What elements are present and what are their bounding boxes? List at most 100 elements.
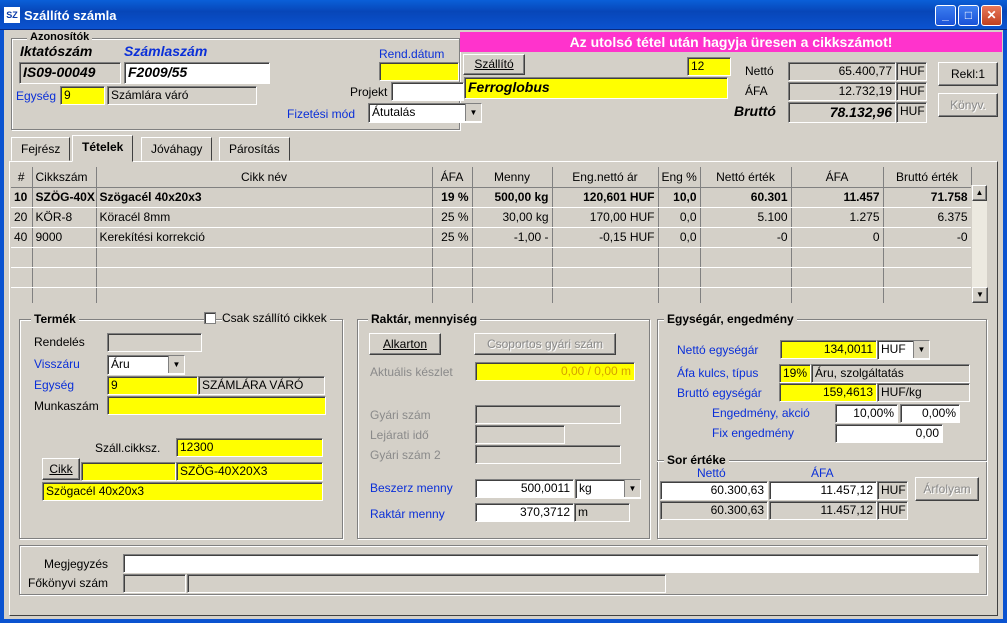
table-cell[interactable]: Szögacél 40x20x3: [96, 186, 433, 208]
table-cell[interactable]: [552, 266, 659, 288]
table-cell[interactable]: 1.275: [791, 206, 884, 228]
table-cell[interactable]: [32, 266, 97, 288]
szall-cikksz-field[interactable]: 12300: [176, 438, 323, 457]
table-cell[interactable]: 25 %: [432, 226, 473, 248]
table-cell[interactable]: 40: [11, 226, 33, 248]
engedmeny-field[interactable]: 10,00%: [835, 404, 898, 423]
table-cell[interactable]: [658, 266, 701, 288]
close-button[interactable]: ✕: [981, 5, 1002, 26]
table-cell[interactable]: [472, 266, 553, 288]
cikk-field[interactable]: [81, 462, 176, 481]
egyseg2-field[interactable]: 9: [107, 376, 198, 395]
table-cell[interactable]: Kerekítési korrekció: [96, 226, 433, 248]
rekl-button[interactable]: Rekl:1: [938, 62, 998, 86]
grid-scrollbar[interactable]: ▲ ▼: [971, 185, 988, 303]
table-cell[interactable]: [791, 286, 884, 303]
brutto-egysegar-field[interactable]: 159,4613: [779, 383, 877, 402]
table-cell[interactable]: -0,15 HUF: [552, 226, 659, 248]
table-cell[interactable]: [432, 246, 473, 268]
title-bar[interactable]: SZ Szállító számla _ □ ✕: [0, 0, 1007, 30]
table-cell[interactable]: [658, 286, 701, 303]
table-cell[interactable]: [552, 286, 659, 303]
cikk-button[interactable]: Cikk: [42, 458, 80, 480]
table-cell[interactable]: [472, 286, 553, 303]
table-cell[interactable]: 0,0: [658, 206, 701, 228]
grid-column-header[interactable]: Cikkszám: [32, 167, 97, 187]
rendeles-field[interactable]: [107, 333, 202, 352]
table-cell[interactable]: [883, 266, 972, 288]
table-cell[interactable]: [552, 246, 659, 268]
table-cell[interactable]: 9000: [32, 226, 97, 248]
grid-column-header[interactable]: Menny: [472, 167, 553, 187]
table-cell[interactable]: 5.100: [700, 206, 792, 228]
minimize-button[interactable]: _: [935, 5, 956, 26]
tab-jovahagy[interactable]: Jóváhagy: [141, 137, 213, 161]
projekt-field[interactable]: [391, 82, 464, 101]
table-cell[interactable]: 10,0: [658, 186, 701, 208]
table-cell[interactable]: 60.301: [700, 186, 792, 208]
table-cell[interactable]: [700, 266, 792, 288]
table-row[interactable]: 20 KÖR-8 Köracél 8mm 25 % 30,00 kg 170,00 HUF…: [11, 206, 972, 228]
grid-column-header[interactable]: Nettó érték: [700, 167, 792, 187]
tab-tetelek[interactable]: Tételek: [72, 135, 134, 162]
grid-column-header[interactable]: ÁFA: [791, 167, 884, 187]
table-cell[interactable]: [791, 246, 884, 268]
table-cell[interactable]: 25 %: [432, 206, 473, 228]
table-cell[interactable]: 170,00 HUF: [552, 206, 659, 228]
table-cell[interactable]: 20: [11, 206, 33, 228]
grid-column-header[interactable]: Eng %: [658, 167, 701, 187]
table-row[interactable]: [11, 266, 972, 288]
grid-column-header[interactable]: ÁFA: [432, 167, 473, 187]
table-cell[interactable]: Köracél 8mm: [96, 206, 433, 228]
table-cell[interactable]: 6.375: [883, 206, 972, 228]
table-cell[interactable]: 30,00 kg: [472, 206, 553, 228]
table-row[interactable]: [11, 246, 972, 268]
konyv-button[interactable]: Könyv.: [938, 93, 998, 117]
gyari-field[interactable]: [475, 405, 621, 424]
table-cell[interactable]: SZÖG-40X: [32, 186, 97, 208]
table-cell[interactable]: [96, 286, 433, 303]
table-cell[interactable]: [472, 246, 553, 268]
table-row[interactable]: 40 9000 Kerekítési korrekció 25 % -1,00 - -0,…: [11, 226, 972, 248]
currency-select[interactable]: HUF ▼: [877, 340, 930, 360]
table-cell[interactable]: 11.457: [791, 186, 884, 208]
grid-column-header[interactable]: Bruttó érték: [883, 167, 972, 187]
table-cell[interactable]: [32, 246, 97, 268]
table-cell[interactable]: 19 %: [432, 186, 473, 208]
cikk-code-field[interactable]: SZÖG-40X20X3: [176, 462, 323, 481]
csak-checkbox[interactable]: [204, 312, 216, 324]
egyseg-field[interactable]: 9: [60, 86, 105, 105]
csoportos-button[interactable]: Csoportos gyári szám: [474, 333, 616, 355]
table-cell[interactable]: [700, 286, 792, 303]
table-cell[interactable]: [700, 246, 792, 268]
munkaszam-field[interactable]: [107, 396, 326, 415]
table-cell[interactable]: [96, 246, 433, 268]
table-row[interactable]: [11, 286, 972, 303]
lejarat-field[interactable]: [475, 425, 565, 444]
visszaru-select[interactable]: Áru ▼: [107, 355, 185, 375]
table-cell[interactable]: 0,0: [658, 226, 701, 248]
szallito-button[interactable]: Szállító: [463, 54, 525, 75]
scroll-down-icon[interactable]: ▼: [972, 287, 988, 303]
iktato-field[interactable]: IS09-00049: [19, 62, 121, 84]
table-row[interactable]: 10 SZÖG-40X Szögacél 40x20x3 19 % 500,00 kg 1…: [11, 186, 972, 208]
table-cell[interactable]: [96, 266, 433, 288]
beszerz-field[interactable]: 500,0011: [475, 479, 574, 498]
table-cell[interactable]: -0: [883, 226, 972, 248]
table-cell[interactable]: [432, 286, 473, 303]
table-cell[interactable]: [432, 266, 473, 288]
scroll-up-icon[interactable]: ▲: [972, 185, 987, 201]
szallito-code-field[interactable]: 12: [687, 57, 731, 76]
maximize-button[interactable]: □: [958, 5, 979, 26]
table-cell[interactable]: 10: [11, 186, 33, 208]
grid-column-header[interactable]: Cikk név: [96, 167, 433, 187]
table-cell[interactable]: -1,00 -: [472, 226, 553, 248]
table-cell[interactable]: [32, 286, 97, 303]
tab-fejresz[interactable]: Fejrész: [11, 137, 71, 161]
table-cell[interactable]: [11, 266, 33, 288]
table-cell[interactable]: [11, 286, 33, 303]
netto-egysegar-field[interactable]: 134,0011: [780, 340, 877, 359]
fix-engedmeny-field[interactable]: 0,00: [835, 424, 943, 443]
rend-datum-field[interactable]: [379, 62, 459, 81]
akcio-field[interactable]: 0,00%: [900, 404, 960, 423]
